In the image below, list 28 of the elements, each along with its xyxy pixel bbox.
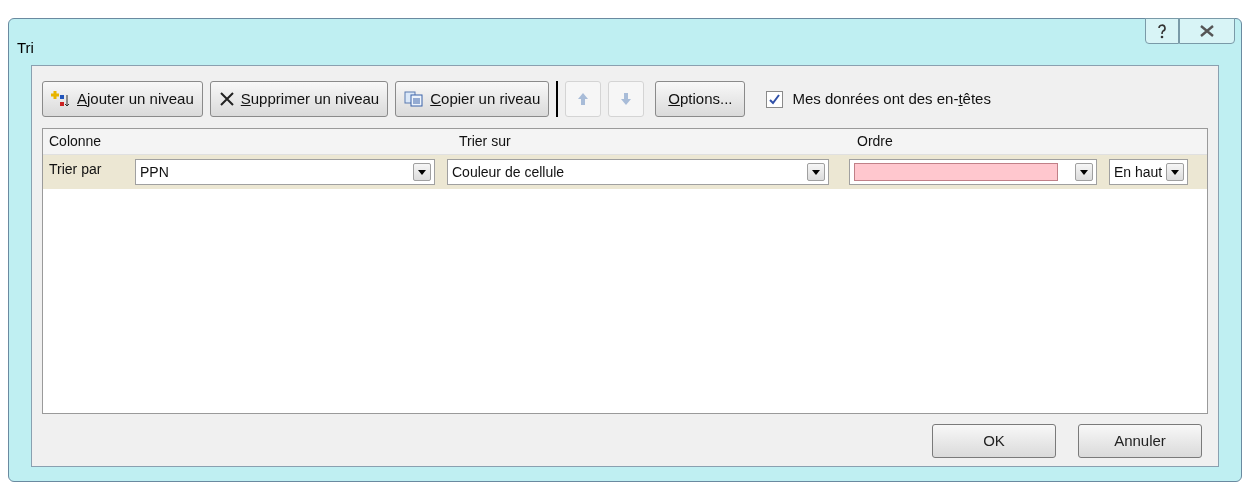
- checkmark-icon: [769, 93, 781, 105]
- checkbox-label: Mes donrées ont des en-têtes: [792, 88, 991, 109]
- copy-icon: [404, 91, 425, 107]
- help-icon: [1157, 23, 1167, 39]
- down-arrow-icon: [621, 93, 632, 105]
- add-level-button[interactable]: Ajouter un niveau: [42, 81, 203, 117]
- options-button[interactable]: Options...: [655, 81, 746, 117]
- position-dropdown[interactable]: En haut: [1109, 159, 1189, 185]
- column-header: Colonne: [48, 132, 103, 151]
- up-arrow-icon: [578, 93, 589, 105]
- column-dropdown[interactable]: PPN: [135, 159, 435, 185]
- checkbox[interactable]: [766, 90, 784, 108]
- window-title: Tri: [17, 38, 34, 58]
- column-header: Ordre: [856, 132, 894, 151]
- close-icon: [1199, 25, 1215, 37]
- help-button[interactable]: [1145, 18, 1179, 44]
- copy-level-button[interactable]: Copier un riveau: [395, 81, 550, 117]
- column-header: Trier sur: [458, 132, 512, 151]
- sort-on-dropdown[interactable]: Couleur de cellule: [447, 159, 829, 185]
- cancel-button[interactable]: Annuler: [1078, 424, 1202, 458]
- close-button[interactable]: [1179, 18, 1235, 44]
- close-icon: [218, 91, 235, 107]
- ok-button[interactable]: OK: [932, 424, 1056, 458]
- delete-level-button[interactable]: Supprimer un niveau: [209, 81, 389, 117]
- sort-level-row[interactable]: Trier par PPN Couleur de cellule En haut: [43, 155, 1207, 189]
- row-label: Trier par: [48, 160, 103, 179]
- color-dropdown[interactable]: [849, 159, 1097, 185]
- sort-add-icon: [51, 90, 71, 108]
